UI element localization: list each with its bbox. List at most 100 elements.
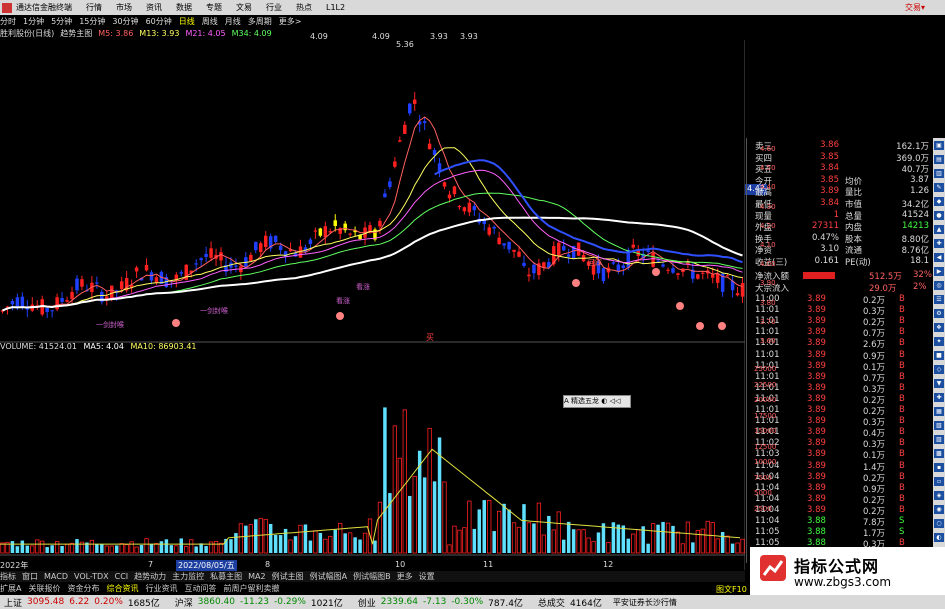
period-tab[interactable]: 分时 — [0, 16, 16, 27]
menu-item[interactable]: 市场 — [116, 2, 132, 13]
indicator-tab[interactable]: 例试幅图B — [353, 571, 391, 582]
indicator-tab[interactable]: 例试主图 — [272, 571, 304, 582]
tool-icon[interactable]: ▥ — [934, 169, 944, 178]
candle-body — [313, 230, 318, 232]
indicator-tab[interactable]: MACD — [44, 572, 68, 581]
candle-body — [283, 251, 288, 257]
tool-icon[interactable]: ◐ — [934, 533, 944, 542]
tool-icon[interactable]: ▧ — [934, 421, 944, 430]
candle-body — [343, 223, 347, 231]
tick-side: B — [899, 438, 905, 449]
tool-icon[interactable]: ○ — [934, 519, 944, 528]
index-name[interactable]: 上证 — [4, 596, 22, 609]
candle-body — [725, 275, 730, 277]
tool-icon[interactable]: ◀ — [934, 253, 944, 262]
tool-icon[interactable]: ▤ — [934, 155, 944, 164]
tool-icon[interactable]: ✦ — [934, 337, 944, 346]
period-tab[interactable]: 更多> — [279, 16, 302, 27]
tool-icon[interactable]: ☰ — [934, 295, 944, 304]
info-tab[interactable]: 行业资讯 — [145, 583, 177, 594]
menu-item[interactable]: L1L2 — [326, 3, 345, 12]
ma34-value: M34: 4.09 — [231, 29, 272, 38]
indicator-tab[interactable]: 更多 — [397, 571, 413, 582]
tool-icon[interactable]: ▪ — [934, 463, 944, 472]
menu-item[interactable]: 数据 — [176, 2, 192, 13]
info-tab-active[interactable]: 综合资讯 — [106, 583, 138, 594]
kline-chart[interactable] — [0, 40, 745, 570]
candle-body — [676, 273, 680, 276]
info-tab[interactable]: 关联报价 — [28, 583, 60, 594]
indicator-tab[interactable]: 私募主图 — [210, 571, 242, 582]
volume-bar-down — [477, 509, 482, 553]
tool-icon[interactable]: ▩ — [934, 449, 944, 458]
period-tab[interactable]: 月线 — [225, 16, 241, 27]
index-name[interactable]: 沪深 — [175, 596, 193, 609]
volume-bar-up — [377, 501, 383, 554]
tool-icon[interactable]: ◈ — [934, 491, 944, 500]
indicator-name[interactable]: 趋势主图 — [60, 28, 92, 39]
indicator-tab[interactable]: MA2 — [248, 572, 265, 581]
tool-icon[interactable]: ◆ — [934, 197, 944, 206]
info-tab[interactable]: 前周户留利卖撤 — [223, 583, 279, 594]
period-tab[interactable]: 30分钟 — [112, 16, 138, 27]
tool-icon[interactable]: ▨ — [934, 435, 944, 444]
tool-icon[interactable]: ✚ — [934, 393, 944, 402]
menu-item[interactable]: 热点 — [296, 2, 312, 13]
indicator-tab[interactable]: 设置 — [419, 571, 435, 582]
menu-item[interactable]: 文易 — [236, 2, 252, 13]
tool-icon[interactable]: ❖ — [934, 323, 944, 332]
tool-icon[interactable]: ▦ — [934, 407, 944, 416]
volume-bar-down — [179, 538, 184, 553]
indicator-tab[interactable]: VOL-TDX — [74, 572, 109, 581]
tool-icon[interactable]: ▼ — [934, 379, 944, 388]
netflow-value: 512.5万 — [869, 271, 902, 282]
tool-icon[interactable]: ⚙ — [934, 309, 944, 318]
year-label: 2022年 — [0, 561, 29, 570]
candle-body — [631, 244, 635, 248]
tool-icon[interactable]: ● — [934, 211, 944, 220]
signal-label: 回踩 — [588, 259, 602, 267]
indicator-tab[interactable]: 例试幅图A — [310, 571, 347, 582]
side-toolbar[interactable]: ▣▤▥✎◆●▲✚◀▶◎☰⚙❖✦■◇▼✚▦▧▨▩▪▫◈◉○◐▣ — [933, 138, 945, 568]
f10-link[interactable]: 图文F10 — [716, 584, 747, 595]
netflow-pct: 32% — [913, 269, 932, 280]
period-tab[interactable]: 周线 — [202, 16, 218, 27]
volume-bar-down — [234, 533, 238, 553]
period-tab[interactable]: 5分钟 — [51, 16, 72, 27]
indicator-tab[interactable]: 指标 — [0, 571, 16, 582]
tool-icon[interactable]: ✎ — [934, 183, 944, 192]
index-pct: -0.29% — [274, 597, 306, 607]
period-tab[interactable]: 60分钟 — [146, 16, 172, 27]
tool-icon[interactable]: ▲ — [934, 225, 944, 234]
period-tab-active[interactable]: 日线 — [179, 16, 195, 27]
period-tab[interactable]: 1分钟 — [23, 16, 44, 27]
tool-icon[interactable]: ▶ — [934, 267, 944, 276]
tool-icon[interactable]: ▫ — [934, 477, 944, 486]
info-tab[interactable]: 互动问答 — [184, 583, 216, 594]
info-tab[interactable]: 扩展A — [0, 583, 21, 594]
info-tab[interactable]: 资金分布 — [67, 583, 99, 594]
indicator-tab[interactable]: 窗口 — [22, 571, 38, 582]
tool-icon[interactable]: ◎ — [934, 281, 944, 290]
menu-item[interactable]: 行情 — [86, 2, 102, 13]
index-name[interactable]: 创业 — [358, 596, 376, 609]
tool-icon[interactable]: ✚ — [934, 239, 944, 248]
tool-icon[interactable]: ▣ — [934, 141, 944, 150]
tool-icon[interactable]: ◇ — [934, 365, 944, 374]
quote-key2: 总量 — [845, 211, 863, 222]
indicator-tab[interactable]: 趋势动力 — [134, 571, 166, 582]
indicator-tab[interactable]: CCI — [115, 572, 129, 581]
info-tabs: 扩展A 关联报价 资金分布 综合资讯 行业资讯 互动问答 前周户留利卖撤 — [0, 583, 745, 594]
trade-button[interactable]: 交易▾ — [905, 2, 925, 13]
period-tab[interactable]: 15分钟 — [79, 16, 105, 27]
indicator-popup[interactable]: A 精选五龙 ◐ ◁◁ — [563, 395, 631, 408]
menu-item[interactable]: 专题 — [206, 2, 222, 13]
tool-icon[interactable]: ■ — [934, 351, 944, 360]
volume-bar-up — [710, 522, 715, 554]
menu-item[interactable]: 行业 — [266, 2, 282, 13]
period-tab[interactable]: 多周期 — [248, 16, 272, 27]
menu-item[interactable]: 资讯 — [146, 2, 162, 13]
quote-row: 现量 1 总量 41524 — [747, 210, 933, 222]
tool-icon[interactable]: ◉ — [934, 505, 944, 514]
indicator-tab[interactable]: 主力监控 — [172, 571, 204, 582]
